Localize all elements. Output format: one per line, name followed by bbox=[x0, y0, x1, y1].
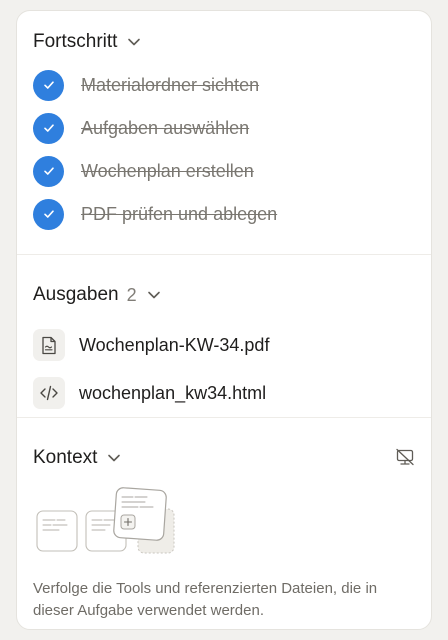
chevron-down-icon bbox=[108, 454, 121, 462]
context-description: Verfolge die Tools und referenzierten Da… bbox=[33, 580, 378, 619]
task-label: Materialordner sichten bbox=[81, 74, 260, 95]
output-file-item[interactable]: wochenplan_kw34.html bbox=[33, 377, 266, 409]
chevron-down-icon bbox=[147, 291, 160, 299]
outputs-section: Ausgaben 2 Wochenplan-KW-34.pdf wochenpl… bbox=[17, 254, 431, 418]
task-item: Wochenplan erstellen bbox=[33, 154, 254, 188]
context-title: Kontext bbox=[33, 447, 98, 468]
output-file-name: wochenplan_kw34.html bbox=[79, 382, 267, 403]
document-icon bbox=[33, 329, 65, 361]
progress-sidebar-panel: Fortschritt Materialordner sichten Aufga… bbox=[16, 10, 432, 630]
output-file-item[interactable]: Wochenplan-KW-34.pdf bbox=[33, 329, 269, 361]
progress-header[interactable]: Fortschritt bbox=[33, 29, 141, 55]
progress-section: Fortschritt Materialordner sichten Aufga… bbox=[17, 11, 431, 255]
checkmark-icon[interactable] bbox=[33, 155, 64, 187]
task-label: PDF prüfen und ablegen bbox=[81, 203, 278, 224]
code-icon bbox=[33, 377, 65, 409]
monitor-off-icon[interactable] bbox=[393, 445, 417, 469]
context-section: Kontext Verfolge die Tools und referenzi… bbox=[17, 417, 431, 629]
context-header[interactable]: Kontext bbox=[33, 445, 121, 471]
task-item: Materialordner sichten bbox=[33, 68, 259, 102]
outputs-count: 2 bbox=[126, 284, 137, 305]
outputs-title: Ausgaben bbox=[33, 284, 119, 305]
task-label: Wochenplan erstellen bbox=[81, 160, 254, 181]
task-label: Aufgaben auswählen bbox=[81, 117, 250, 138]
output-file-name: Wochenplan-KW-34.pdf bbox=[79, 334, 270, 355]
checkmark-icon[interactable] bbox=[33, 112, 64, 144]
chevron-down-icon bbox=[128, 38, 141, 46]
checkmark-icon[interactable] bbox=[33, 69, 64, 101]
outputs-header[interactable]: Ausgaben 2 bbox=[33, 282, 161, 308]
task-item: Aufgaben auswählen bbox=[33, 111, 249, 145]
context-illustration bbox=[36, 487, 175, 554]
task-item: PDF prüfen und ablegen bbox=[33, 197, 277, 231]
progress-title: Fortschritt bbox=[33, 31, 118, 52]
checkmark-icon[interactable] bbox=[33, 198, 64, 230]
